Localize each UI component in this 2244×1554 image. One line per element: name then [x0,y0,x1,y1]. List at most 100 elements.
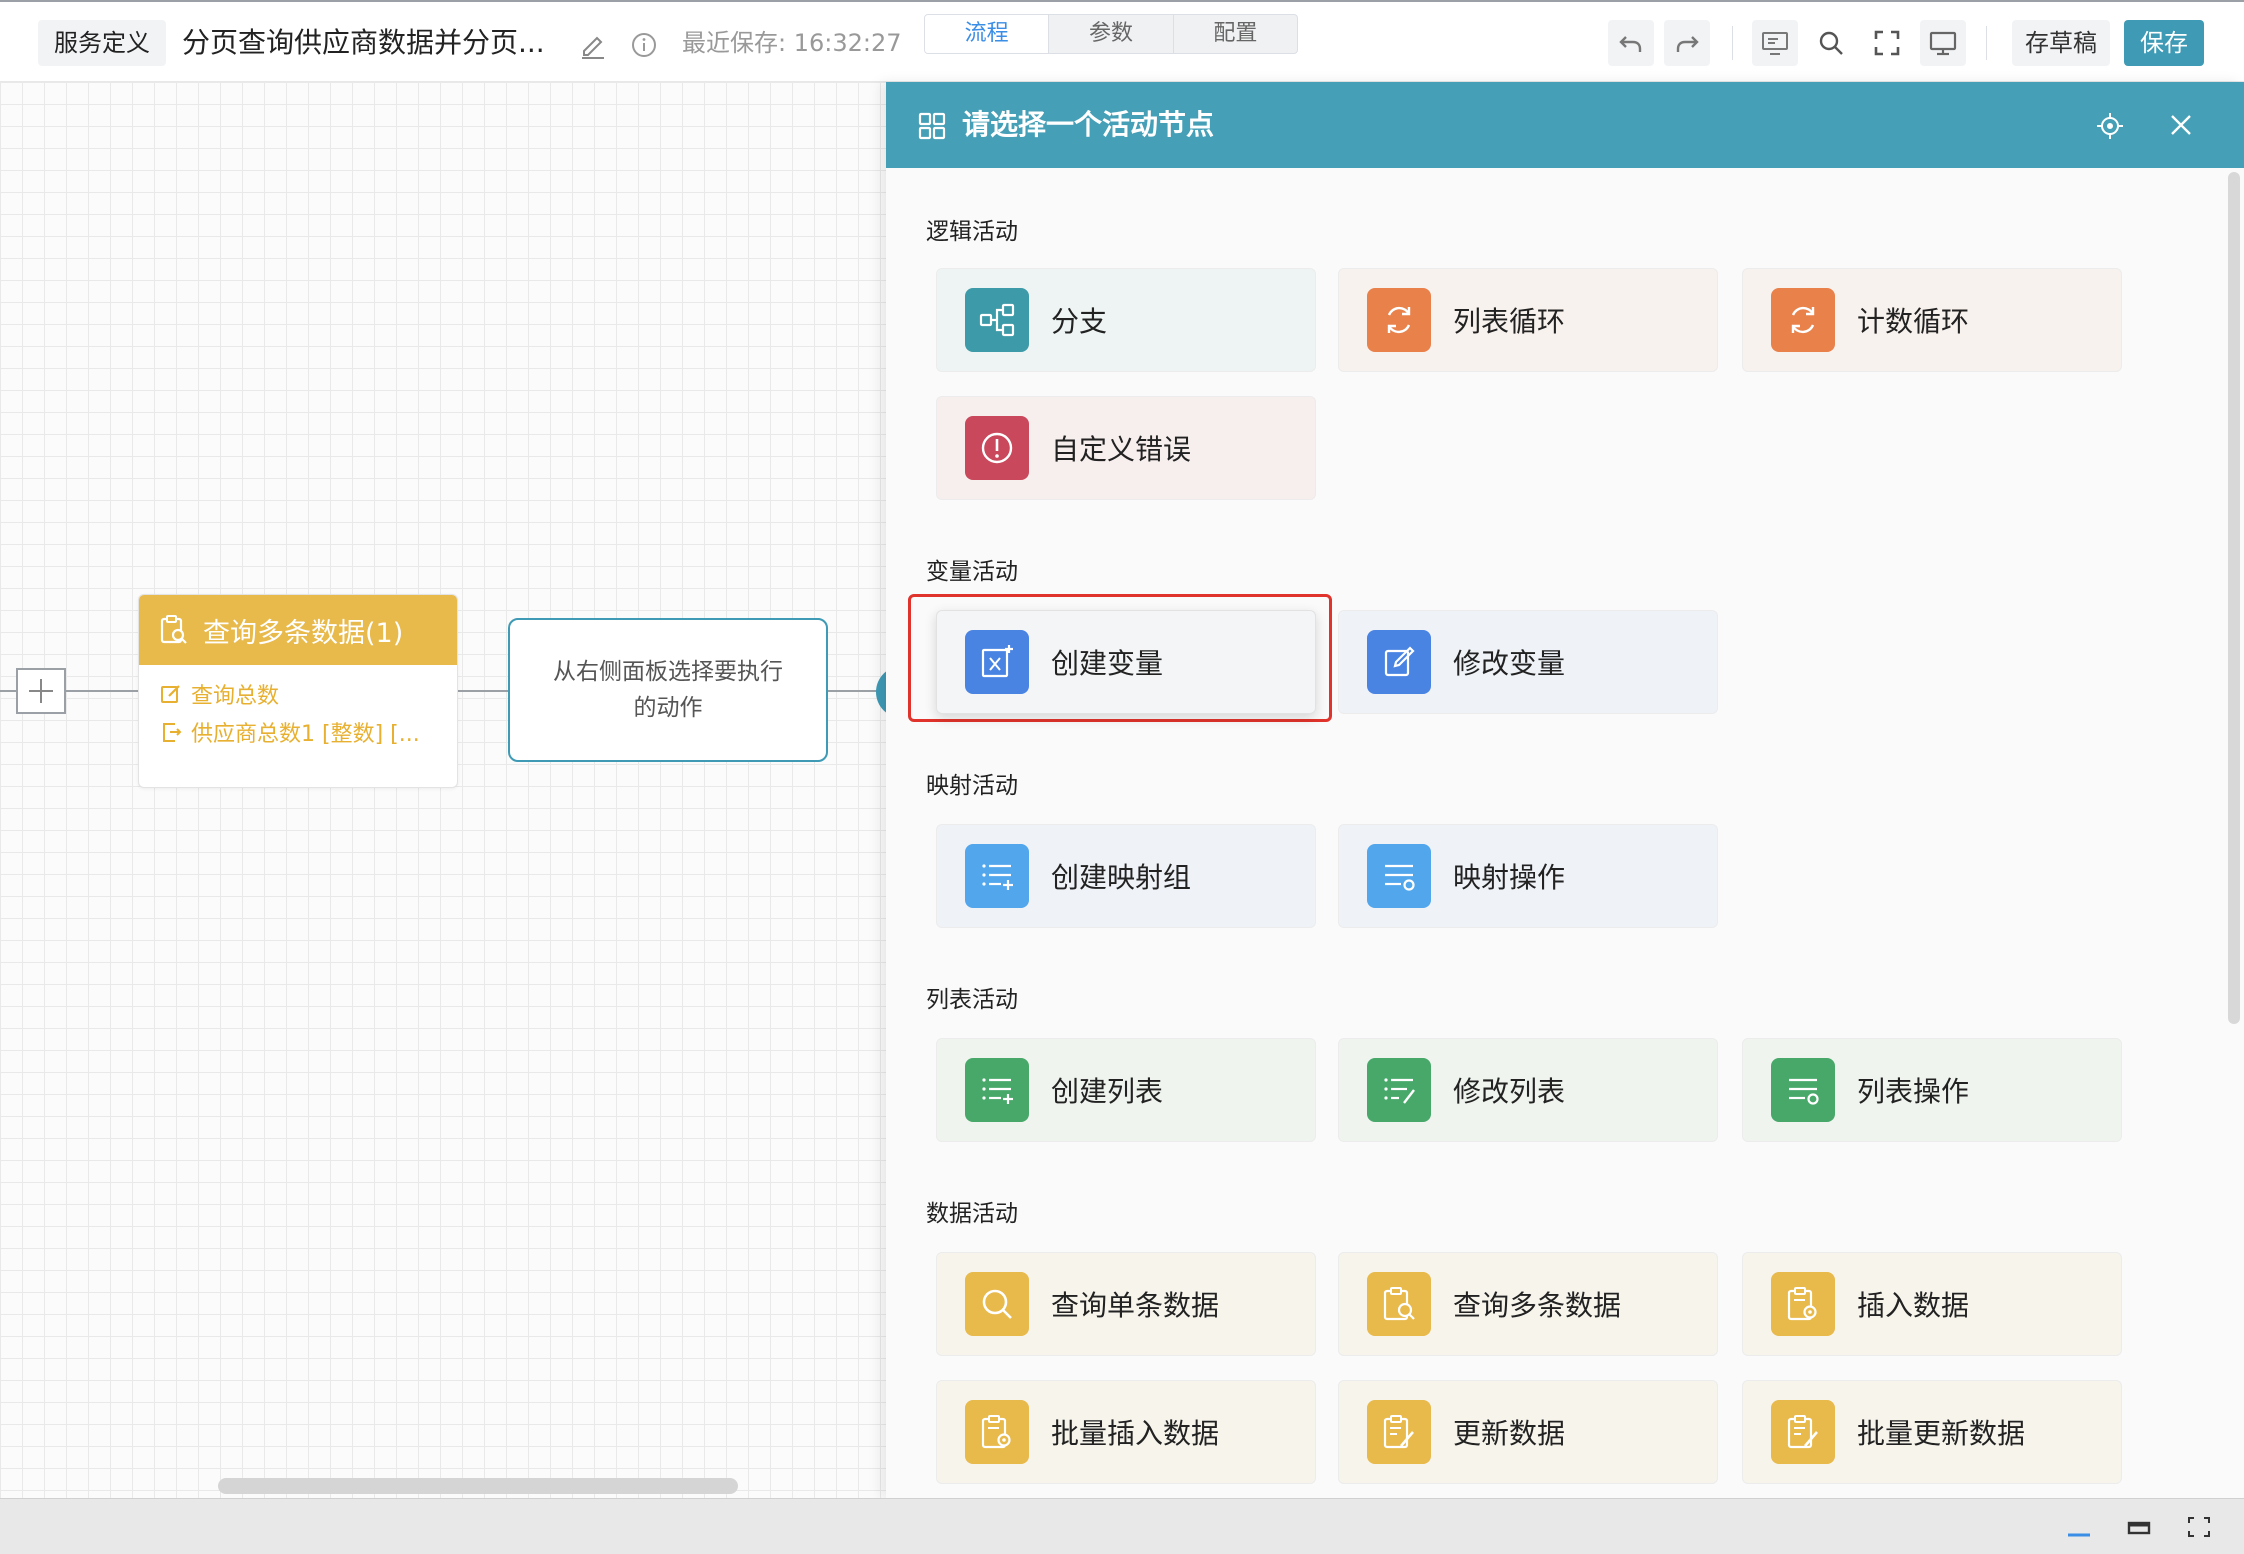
tab-flow[interactable]: 流程 [925,15,1050,53]
activity-create-mapping-group[interactable]: 创建映射组 [936,824,1316,928]
section-title-list: 列表活动 [926,987,1018,1013]
activity-modify-variable[interactable]: 修改变量 [1338,610,1718,714]
clipboard-gear-icon [965,1400,1029,1464]
fullscreen-icon[interactable] [1864,20,1910,66]
add-node-button[interactable] [16,668,66,714]
list-settings-icon [1771,1058,1835,1122]
connector-line [458,690,510,692]
partial-node[interactable] [876,666,886,718]
activity-label: 计数循环 [1857,305,1970,338]
activity-query-single[interactable]: 查询单条数据 [936,1252,1316,1356]
node-detail-text: 供应商总数1 [整数] [... [191,722,420,747]
bottom-status-bar [0,1498,2244,1554]
panel-title: 请选择一个活动节点 [962,108,1215,141]
panel-header: 请选择一个活动节点 [886,82,2244,168]
section-title-mapping: 映射活动 [926,773,1018,799]
redo-icon[interactable] [1664,20,1710,66]
node-header: 查询多条数据(1) [139,595,457,665]
undo-icon[interactable] [1608,20,1654,66]
clipboard-gear-icon [1771,1272,1835,1336]
edit-square-icon [161,685,180,703]
activity-label: 映射操作 [1453,861,1566,894]
activity-update-data[interactable]: 更新数据 [1338,1380,1718,1484]
activity-label: 列表操作 [1857,1075,1970,1108]
locate-icon[interactable] [2096,112,2124,140]
edit-icon[interactable] [578,30,608,60]
activity-mapping-operation[interactable]: 映射操作 [1338,824,1718,928]
clipboard-edit-icon [1367,1400,1431,1464]
activity-list-loop[interactable]: 列表循环 [1338,268,1718,372]
connector-line [64,690,140,692]
service-definition-button[interactable]: 服务定义 [38,20,166,66]
section-title-logic: 逻辑活动 [926,219,1018,245]
node-detail-line: 查询总数 [139,675,457,713]
variable-add-icon [965,630,1029,694]
activity-branch[interactable]: 分支 [936,268,1316,372]
close-icon[interactable] [2168,112,2194,138]
loop-icon [1771,288,1835,352]
restore-icon[interactable] [2126,1515,2152,1539]
activity-label: 自定义错误 [1051,433,1192,466]
list-settings-icon [1367,844,1431,908]
search-icon [965,1272,1029,1336]
activity-list-operation[interactable]: 列表操作 [1742,1038,2122,1142]
activity-count-loop[interactable]: 计数循环 [1742,268,2122,372]
connector-line [828,690,878,692]
activity-batch-insert[interactable]: 批量插入数据 [936,1380,1316,1484]
vertical-scrollbar[interactable] [2228,172,2240,1024]
flow-canvas[interactable]: 查询多条数据(1) 查询总数 供应商总数1 [整数] [... 从右侧面板选择要… [0,82,886,1498]
activity-label: 创建映射组 [1051,861,1192,894]
minimize-icon[interactable] [2066,1515,2092,1539]
list-edit-icon [1367,1058,1431,1122]
activity-label: 列表循环 [1453,305,1566,338]
activity-modify-list[interactable]: 修改列表 [1338,1038,1718,1142]
flow-title: 分页查询供应商数据并分页... [182,26,545,59]
info-icon[interactable] [630,31,658,59]
activity-batch-update[interactable]: 批量更新数据 [1742,1380,2122,1484]
activity-custom-error[interactable]: 自定义错误 [936,396,1316,500]
activity-label: 查询多条数据 [1453,1289,1622,1322]
tab-config[interactable]: 配置 [1174,15,1297,53]
activity-label: 创建变量 [1051,647,1164,680]
list-add-icon [965,1058,1029,1122]
save-button[interactable]: 保存 [2124,20,2204,66]
activity-label: 创建列表 [1051,1075,1164,1108]
activity-label: 更新数据 [1453,1417,1566,1450]
action-placeholder-node[interactable]: 从右侧面板选择要执行的动作 [508,618,828,762]
activity-label: 批量插入数据 [1051,1417,1220,1450]
loop-icon [1367,288,1431,352]
clipboard-search-icon [1367,1272,1431,1336]
activity-label: 修改变量 [1453,647,1566,680]
toolbar-divider [1732,26,1733,60]
activity-node-panel: 请选择一个活动节点 逻辑活动 分支 列表循环 计数循环 自定义错误 变量活动 创… [886,82,2244,1498]
query-multiple-node[interactable]: 查询多条数据(1) 查询总数 供应商总数1 [整数] [... [138,594,458,788]
activity-label: 分支 [1051,305,1108,338]
save-draft-button[interactable]: 存草稿 [2012,20,2110,66]
top-toolbar: 服务定义 分页查询供应商数据并分页... 最近保存: 16:32:27 流程 参… [0,0,2244,82]
clipboard-search-icon [160,615,187,644]
horizontal-scrollbar[interactable] [218,1478,738,1494]
activity-insert-data[interactable]: 插入数据 [1742,1252,2122,1356]
grid-icon [918,112,946,140]
output-icon [163,723,182,742]
node-detail-line: 供应商总数1 [整数] [... [139,713,457,751]
branch-icon [965,288,1029,352]
section-title-variable: 变量活动 [926,559,1018,585]
error-icon [965,416,1029,480]
activity-query-multiple[interactable]: 查询多条数据 [1338,1252,1718,1356]
section-title-data: 数据活动 [926,1201,1018,1227]
node-title: 查询多条数据(1) [203,617,404,649]
monitor-settings-icon[interactable] [1752,20,1798,66]
list-add-icon [965,844,1029,908]
node-detail-text: 查询总数 [191,684,280,709]
activity-create-list[interactable]: 创建列表 [936,1038,1316,1142]
tab-params[interactable]: 参数 [1049,15,1174,53]
search-icon[interactable] [1808,20,1854,66]
toolbar-divider [1986,26,1987,60]
edit-square-icon [1367,630,1431,694]
fullscreen-icon[interactable] [2186,1515,2212,1539]
activity-create-variable[interactable]: 创建变量 [936,610,1316,714]
desktop-icon[interactable] [1920,20,1966,66]
view-tabs: 流程 参数 配置 [924,14,1298,54]
plus-icon [29,679,53,703]
